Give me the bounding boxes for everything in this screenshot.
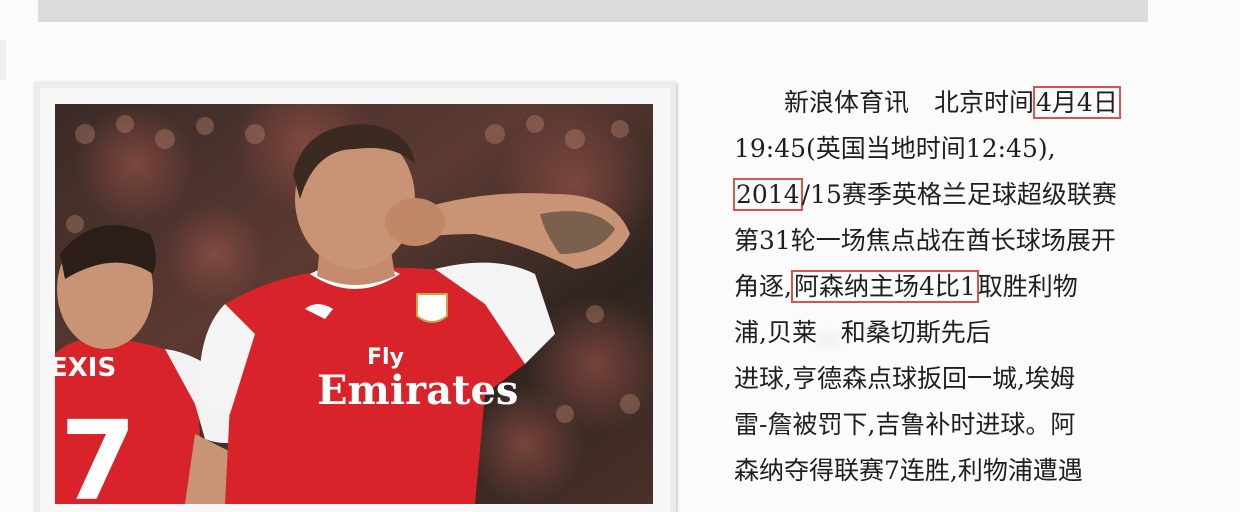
- article-line-9: 森纳夺得联赛7连胜,利物浦遭遇: [734, 448, 1194, 494]
- line-2-text: 19:45(英国当地时间12:45),: [734, 134, 1056, 163]
- article-line-4: 第31轮一场焦点战在酋长球场展开: [734, 218, 1194, 264]
- article-line-3: 2014/15赛季英格兰足球超级联赛: [733, 172, 1194, 218]
- article-line-1: 新浪体育讯 北京时间4月4日: [734, 80, 1194, 126]
- line-8-text: 雷-詹被罚下,吉鲁补时进球。阿: [734, 410, 1076, 439]
- line-6-text: 浦,贝莱: [734, 318, 817, 347]
- blurred-text: ...: [816, 318, 841, 347]
- article-line-2: 19:45(英国当地时间12:45),: [734, 126, 1194, 172]
- sponsor-emirates: Emirates: [317, 367, 518, 414]
- line-3-text: /15赛季英格兰足球超级联赛: [801, 180, 1117, 209]
- line-6-tail: 和桑切斯先后: [840, 318, 991, 347]
- article-line-8: 雷-詹被罚下,吉鲁补时进球。阿: [734, 402, 1194, 448]
- line-9-text: 森纳夺得联赛7连胜,利物浦遭遇: [734, 456, 1083, 485]
- line-7-text: 进球,亨德森点球扳回一城,埃姆: [734, 364, 1075, 393]
- highlight-score: 阿森纳主场4比1: [790, 270, 979, 303]
- left-edge-strip: [0, 40, 6, 80]
- line-5-text: 角逐,: [734, 272, 792, 301]
- jersey-name: EXIS: [55, 353, 116, 383]
- line-1-text: 新浪体育讯 北京时间: [734, 88, 1035, 117]
- highlight-date: 4月4日: [1033, 86, 1121, 119]
- article-line-5: 角逐,阿森纳主场4比1取胜利物: [734, 264, 1194, 310]
- jersey-number: 7: [60, 397, 137, 504]
- article-line-6: 浦,贝莱...和桑切斯先后: [734, 310, 1194, 356]
- article-text: 新浪体育讯 北京时间4月4日 19:45(英国当地时间12:45), 2014/…: [733, 80, 1194, 494]
- footballers-illustration: EXIS 7 Fly Emirates: [55, 104, 653, 504]
- line-5-tail: 取胜利物: [977, 272, 1078, 301]
- article-photo: EXIS 7 Fly Emirates: [55, 104, 653, 504]
- highlight-season-year: 2014: [733, 178, 803, 211]
- top-gray-bar: [38, 0, 1148, 22]
- article-line-7: 进球,亨德森点球扳回一城,埃姆: [734, 356, 1194, 402]
- line-4-text: 第31轮一场焦点战在酋长球场展开: [734, 226, 1116, 255]
